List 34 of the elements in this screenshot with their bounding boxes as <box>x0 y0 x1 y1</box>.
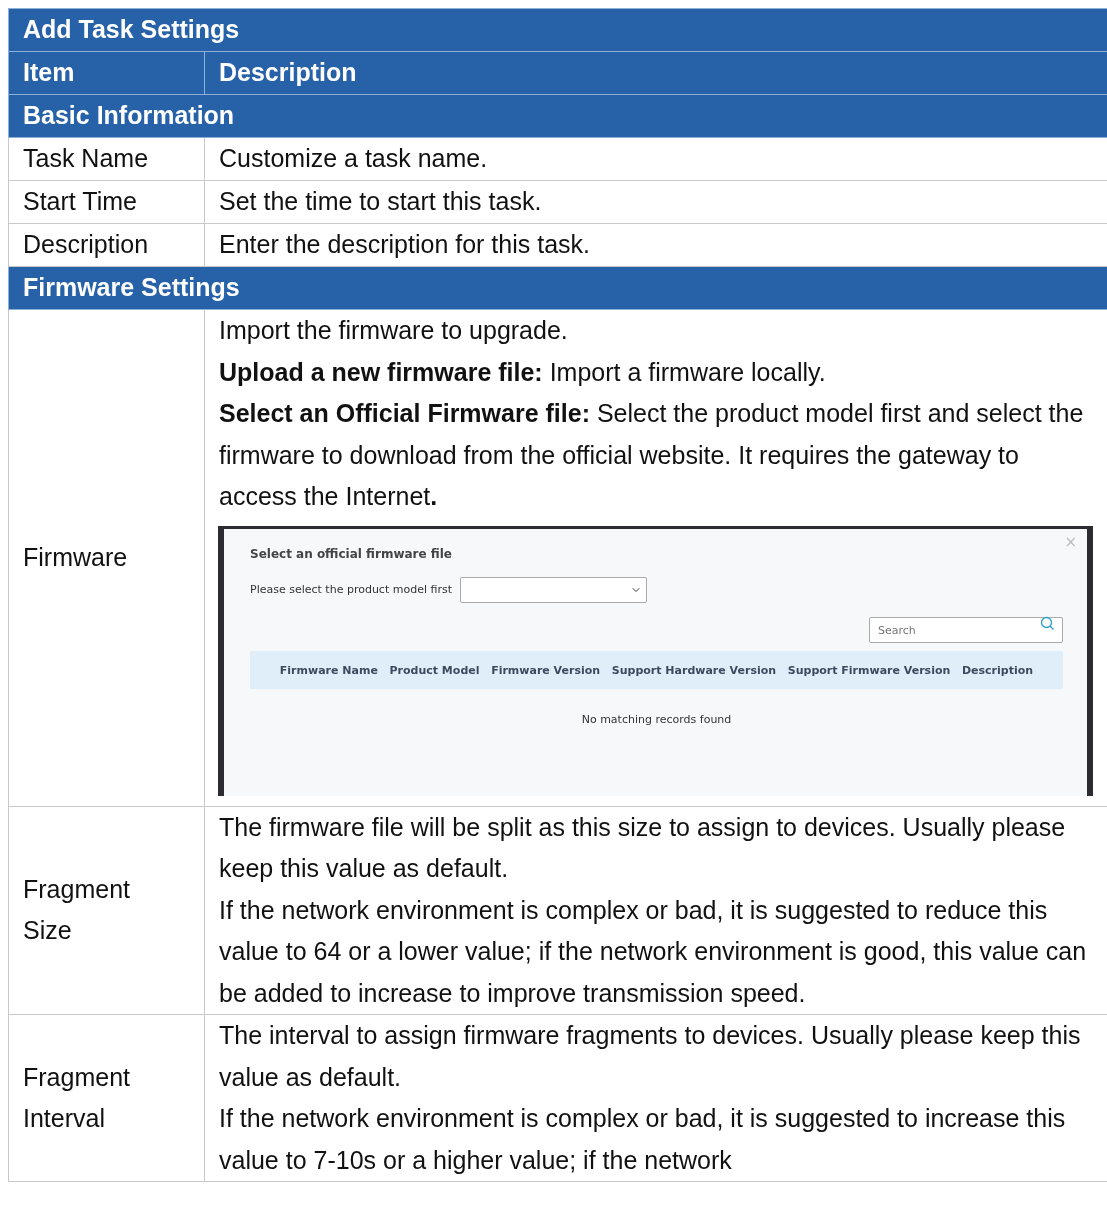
section-header: Firmware Settings <box>8 266 1107 310</box>
close-button[interactable]: × <box>1064 532 1077 551</box>
description-text: The firmware file will be split as this size to assign to devices. Usually please keep this value as default. <box>219 811 1067 884</box>
item-name: Start Time <box>23 186 137 218</box>
description-text: Upload a new firmware file: Import a firmware locally. <box>219 356 827 388</box>
description-text: The interval to assign firmware fragments to devices. Usually please keep this value as default. <box>219 1020 1082 1093</box>
column-header: Description <box>204 51 1107 95</box>
column-header: Firmware Version <box>491 663 601 677</box>
description-text: Enter the description for this task. <box>219 229 591 261</box>
item-name: Fragment Size <box>23 873 131 947</box>
item-name: Description <box>23 229 149 261</box>
table-title: Add Task Settings <box>8 8 1107 52</box>
item-name: Fragment Interval <box>23 1061 131 1134</box>
section-header: Basic Information <box>8 94 1107 138</box>
description-text: If the network environment is complex or bad, it is suggested to reduce this value to 64 or a lower value; if the network environment is good, this value can be added to increase to improve transmission speed. <box>219 894 1088 1009</box>
search-icon <box>1040 615 1055 631</box>
column-header: Item <box>8 51 205 95</box>
description-text: Set the time to start this task. <box>219 186 543 218</box>
column-header: Support Firmware Version <box>787 663 951 677</box>
item-name: Task Name <box>23 143 149 175</box>
description-text: Import the firmware to upgrade. <box>219 315 569 346</box>
search-field[interactable]: Search <box>869 617 1063 644</box>
column-header: Support Hardware Version <box>611 663 777 677</box>
field-label: Please select the product model first <box>250 583 452 597</box>
column-header: Product Model <box>389 663 480 677</box>
description-text: Select an Official Firmware file: Select the product model first and select the firmware to download from the official website. It requires the gateway to access the Internet. <box>219 398 1085 512</box>
dropdown-field[interactable] <box>460 576 647 603</box>
item-name: Firmware <box>23 542 128 573</box>
column-header: Description <box>961 663 1034 677</box>
dialog-title: Select an official firmware file <box>250 546 453 561</box>
empty-message: No matching records found <box>580 713 733 727</box>
column-header: Firmware Name <box>279 663 378 677</box>
description-text: Customize a task name. <box>219 143 489 175</box>
description-text: If the network environment is complex or bad, it is suggested to increase this value to 7-10s or a higher value; if the network <box>219 1103 1067 1176</box>
